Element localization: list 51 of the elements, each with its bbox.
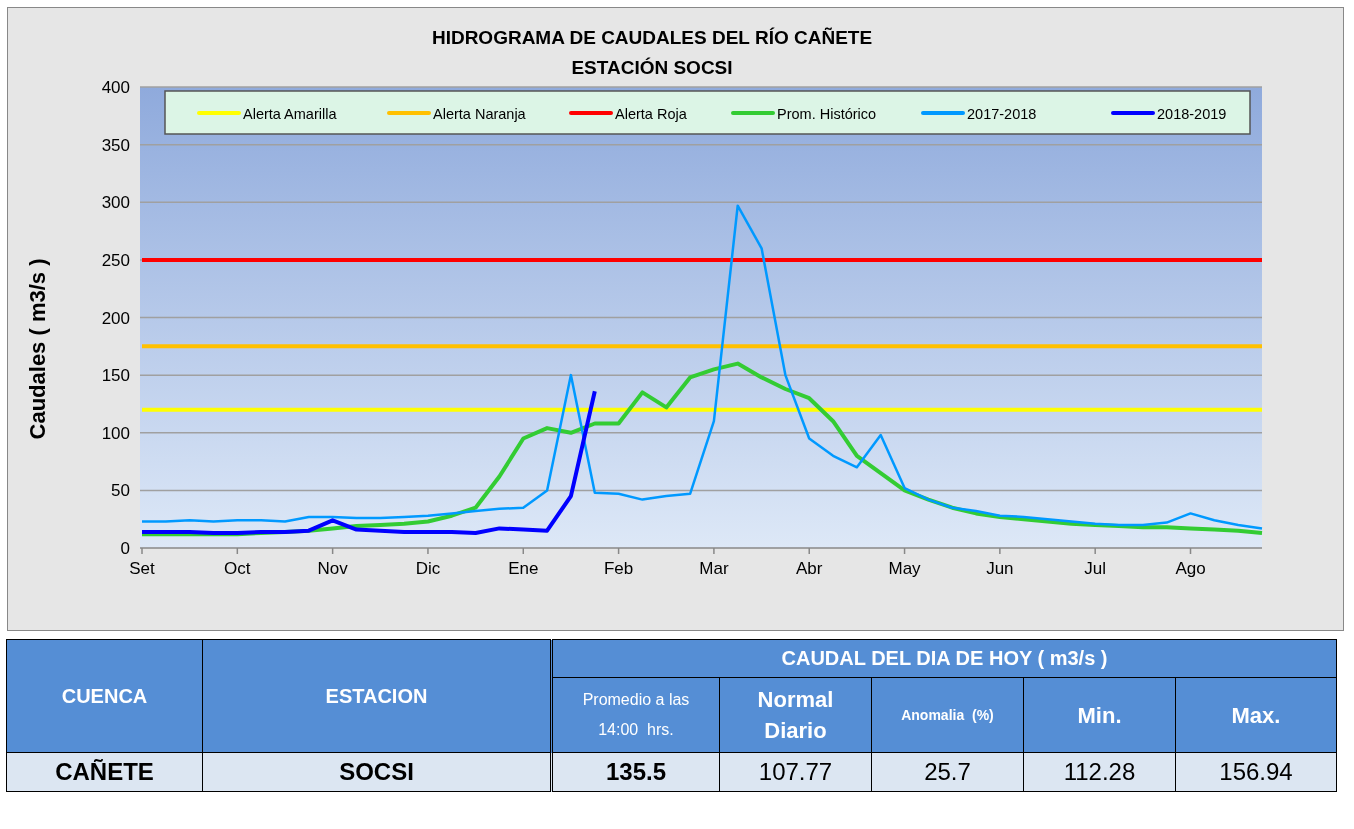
legend-label: 2017-2018 <box>967 106 1037 122</box>
column-header: ESTACION <box>202 639 552 753</box>
legend-label: Alerta Amarilla <box>243 106 337 122</box>
axis-label: Caudales ( m3/s ) <box>25 258 50 440</box>
tick-label: May <box>888 559 921 578</box>
tick-label: 400 <box>101 78 130 97</box>
table-cell: 135.5 <box>551 752 720 792</box>
table-cell: 112.28 <box>1023 752 1176 792</box>
legend-label: 2018-2019 <box>1157 106 1227 122</box>
legend-swatch <box>1111 111 1155 115</box>
tick-label: Dic <box>415 559 441 578</box>
column-header: CUENCA <box>6 639 203 753</box>
chart-title: ESTACIÓN SOCSI <box>571 57 733 78</box>
tick-label: Jun <box>986 559 1014 578</box>
chart-title: HIDROGRAMA DE CAUDALES DEL RÍO CAÑETE <box>431 27 873 48</box>
column-header: Max. <box>1175 677 1337 753</box>
tick-label: 200 <box>101 308 130 328</box>
table-cell: SOCSI <box>202 752 552 792</box>
table-cell: 156.94 <box>1175 752 1337 792</box>
legend-swatch <box>387 111 431 115</box>
column-header: Normal Diario <box>719 677 872 753</box>
column-group-header: CAUDAL DEL DIA DE HOY ( m3/s ) <box>551 639 1337 678</box>
tick-label: Feb <box>603 559 634 578</box>
legend-label: Alerta Roja <box>615 106 687 122</box>
tick-label: Ago <box>1175 559 1206 578</box>
legend-swatch <box>197 111 241 115</box>
column-header: Anomalia (%) <box>871 677 1024 753</box>
tick-label: Abr <box>796 559 823 578</box>
legend-swatch <box>569 111 613 115</box>
legend-label: Alerta Naranja <box>433 106 526 122</box>
legend-swatch <box>731 111 775 115</box>
table-cell: 25.7 <box>871 752 1024 792</box>
table-cell: CAÑETE <box>6 752 203 792</box>
legend-swatch <box>921 111 965 115</box>
column-header: Promedio a las 14:00 hrs. <box>551 677 720 753</box>
tick-label: 350 <box>101 135 130 155</box>
tick-label: 300 <box>101 193 130 213</box>
tick-label: 100 <box>101 423 130 443</box>
legend-label: Prom. Histórico <box>777 106 877 122</box>
tick-label: Nov <box>317 559 348 578</box>
tick-label: Mar <box>699 559 729 578</box>
tick-label: 150 <box>101 366 130 386</box>
tick-label: 0 <box>120 539 130 558</box>
tick-label: Set <box>129 559 155 578</box>
tick-label: Jul <box>1084 559 1107 578</box>
tick-label: Oct <box>224 559 251 578</box>
tick-label: Ene <box>508 559 539 578</box>
table-cell: 107.77 <box>719 752 872 792</box>
tick-label: 50 <box>111 481 130 501</box>
tick-label: 250 <box>101 250 130 270</box>
column-header: Min. <box>1023 677 1176 753</box>
